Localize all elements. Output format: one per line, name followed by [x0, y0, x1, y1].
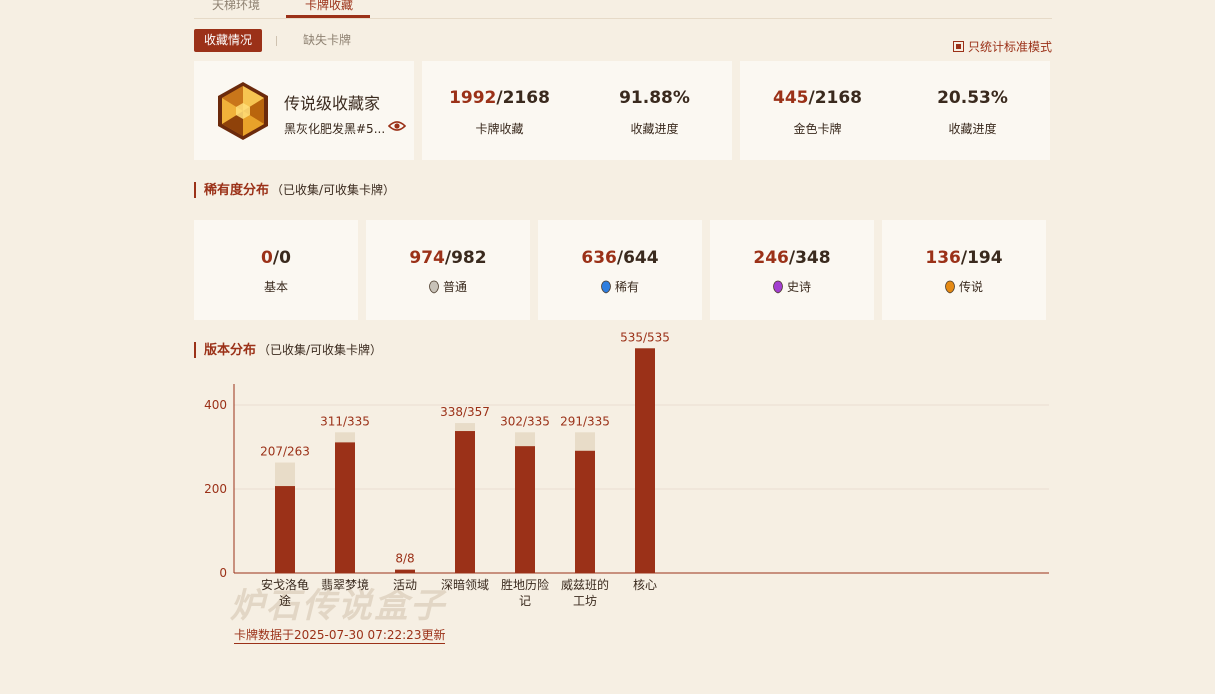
bar-data-label: 311/335: [320, 414, 370, 428]
x-tick-label: 翡翠梦境: [321, 577, 369, 592]
x-tick-label: 活动: [393, 578, 417, 592]
y-tick-label: 0: [219, 566, 227, 580]
bar-collected: [335, 442, 355, 573]
x-tick-label: 威兹班的: [561, 577, 609, 592]
x-tick-label: 胜地历险: [501, 577, 549, 592]
x-tick-label: 深暗领域: [441, 577, 489, 592]
x-tick-label: 安戈洛龟: [261, 577, 309, 592]
bar-data-label: 535/535: [620, 330, 670, 344]
bar-collected: [455, 431, 475, 573]
bar-collected: [275, 486, 295, 573]
y-tick-label: 200: [204, 482, 227, 496]
x-tick-label: 记: [519, 594, 531, 608]
x-tick-label: 核心: [633, 578, 657, 592]
bar-data-label: 302/335: [500, 414, 550, 428]
bar-data-label: 338/357: [440, 405, 490, 419]
bar-data-label: 207/263: [260, 445, 310, 459]
bar-collected: [635, 348, 655, 573]
version-distribution-chart: 0 200 400 207/263 安戈洛龟途 311/335 翡翠梦境 8/8 活动 338/3…: [204, 330, 1049, 608]
bar-collected: [395, 569, 415, 573]
data-updated-link[interactable]: 卡牌数据于2025-07-30 07:22:23更新: [234, 626, 446, 644]
x-tick-label: 途: [279, 593, 291, 608]
y-tick-label: 400: [204, 398, 227, 412]
bar-collected: [515, 446, 535, 573]
bar-data-label: 291/335: [560, 414, 610, 428]
bar-data-label: 8/8: [395, 552, 414, 566]
x-tick-label: 工坊: [573, 593, 597, 608]
bar-collected: [575, 450, 595, 573]
